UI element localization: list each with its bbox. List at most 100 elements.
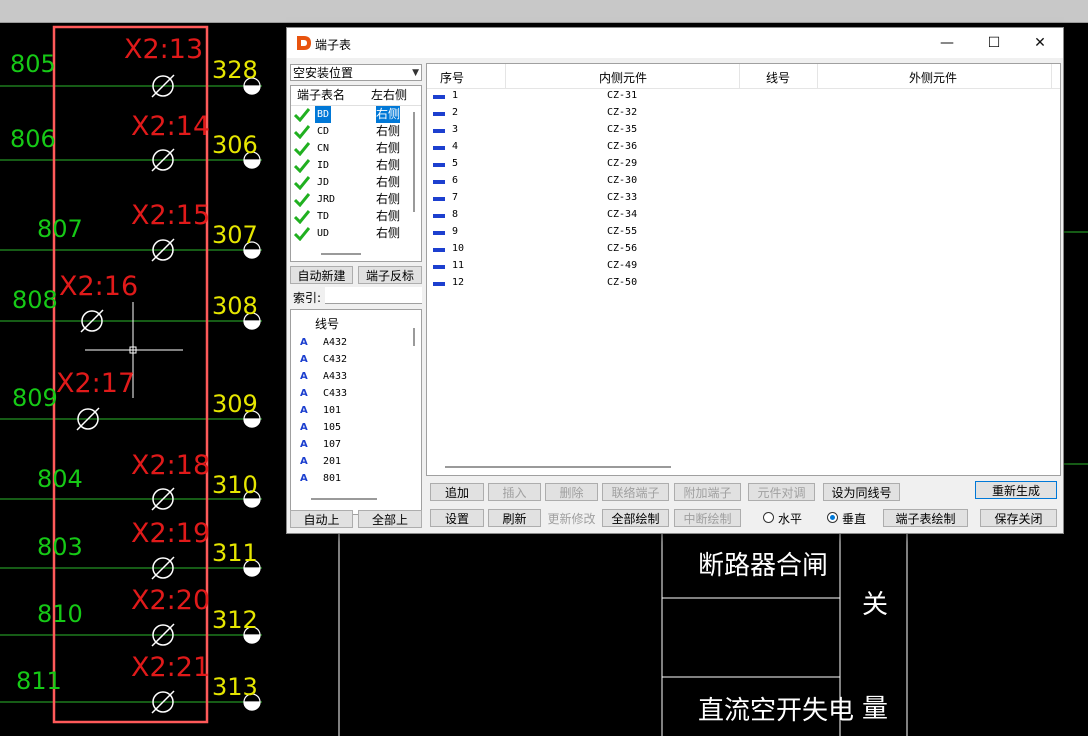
wire-list-vscroll[interactable] xyxy=(413,328,415,346)
update-button[interactable]: 更新修改 xyxy=(545,509,598,527)
terminal-label: X2:15 xyxy=(131,200,211,231)
wire-label-left: 811 xyxy=(16,667,62,695)
row-seq: 9 xyxy=(452,226,459,237)
terminal-list-vscroll[interactable] xyxy=(413,112,415,212)
table-row[interactable]: 5 CZ-29 xyxy=(427,157,1060,174)
wire-list-item[interactable]: A 201 xyxy=(291,453,421,470)
row-seq: 5 xyxy=(452,158,459,169)
table-row[interactable]: 6 CZ-30 xyxy=(427,174,1060,191)
wire-label-right: 307 xyxy=(212,221,258,249)
wire-list-hscroll[interactable] xyxy=(311,498,377,500)
dialog-title: 端子表 xyxy=(315,38,352,52)
draw-break-button[interactable]: 中断绘制 xyxy=(674,509,741,527)
terminal-side: 右侧 xyxy=(376,158,401,172)
terminal-side: 右侧 xyxy=(376,124,401,138)
table-row[interactable]: 11 CZ-49 xyxy=(427,259,1060,276)
terminal-side: 右侧 xyxy=(376,175,401,189)
row-inner: CZ-35 xyxy=(607,124,638,135)
terminal-name: BD xyxy=(315,106,332,123)
table-row[interactable]: 4 CZ-36 xyxy=(427,140,1060,157)
check-icon xyxy=(294,108,310,122)
wire-list-item[interactable]: A C433 xyxy=(291,385,421,402)
terminal-table-dialog: 端子表 — ☐ ✕ 空安装位置 ▼ 端子表名 左右侧 BD 右侧 CD 右侧 C… xyxy=(286,27,1064,534)
table-row[interactable]: 2 CZ-32 xyxy=(427,106,1060,123)
terminal-list-item[interactable]: CD 右侧 xyxy=(291,123,421,140)
terminal-list-item[interactable]: JRD 右侧 xyxy=(291,191,421,208)
save-close-button[interactable]: 保存关闭 xyxy=(980,509,1057,527)
same-wire-button[interactable]: 设为同线号 xyxy=(823,483,900,501)
terminal-list-item[interactable]: UD 右侧 xyxy=(291,225,421,242)
check-icon xyxy=(294,125,310,139)
attach-terminal-button[interactable]: 附加端子 xyxy=(674,483,741,501)
wire-list-item[interactable]: A A432 xyxy=(291,334,421,351)
check-icon xyxy=(294,159,310,173)
wire-name: 101 xyxy=(323,405,342,416)
terminal-list-item[interactable]: ID 右侧 xyxy=(291,157,421,174)
wire-list-item[interactable]: A 101 xyxy=(291,402,421,419)
table-row[interactable]: 7 CZ-33 xyxy=(427,191,1060,208)
wire-list-item[interactable]: A 105 xyxy=(291,419,421,436)
terminal-list-hscroll[interactable] xyxy=(321,253,361,255)
minimize-icon[interactable]: — xyxy=(924,28,970,58)
terminal-grid[interactable]: 序号 内侧元件 线号 外侧元件 1 CZ-31 2 CZ-32 3 CZ-35 4 CZ… xyxy=(426,63,1061,476)
terminal-name: UD xyxy=(317,228,330,239)
table-row[interactable]: 8 CZ-34 xyxy=(427,208,1060,225)
terminal-list-item[interactable]: JD 右侧 xyxy=(291,174,421,191)
title-bar[interactable]: 端子表 — ☐ ✕ xyxy=(287,28,1063,58)
table-row[interactable]: 9 CZ-55 xyxy=(427,225,1060,242)
location-combo[interactable]: 空安装位置 ▼ xyxy=(290,64,422,81)
terminal-list-item[interactable]: TD 右侧 xyxy=(291,208,421,225)
text-a-icon: A xyxy=(300,388,308,399)
table-row[interactable]: 1 CZ-31 xyxy=(427,89,1060,106)
add-button[interactable]: 追加 xyxy=(430,483,484,501)
settings-button[interactable]: 设置 xyxy=(430,509,484,527)
terminal-list[interactable]: 端子表名 左右侧 BD 右侧 CD 右侧 CN 右侧 ID 右侧 JD 右侧 J… xyxy=(290,85,422,262)
link-terminal-button[interactable]: 联络端子 xyxy=(602,483,669,501)
draw-all-button[interactable]: 全部绘制 xyxy=(602,509,669,527)
grid-hscroll[interactable] xyxy=(445,466,671,468)
wire-label-right: 310 xyxy=(212,471,258,499)
terminal-reverse-button[interactable]: 端子反标 xyxy=(358,266,422,284)
terminal-list-item[interactable]: BD 右侧 xyxy=(291,106,421,123)
terminal-list-header: 端子表名 左右侧 xyxy=(291,86,421,106)
terminal-name: ID xyxy=(317,160,330,171)
table-row[interactable]: 10 CZ-56 xyxy=(427,242,1060,259)
row-inner: CZ-34 xyxy=(607,209,638,220)
wire-name: A433 xyxy=(323,371,348,382)
wire-list[interactable]: 线号 A A432 A C432 A A433 A C433 A 101 A 105 A 10… xyxy=(290,309,422,515)
draw-table-button[interactable]: 端子表绘制 xyxy=(883,509,968,527)
terminal-name: CD xyxy=(317,126,330,137)
wire-list-item[interactable]: A 801 xyxy=(291,470,421,487)
wire-list-item[interactable]: A C432 xyxy=(291,351,421,368)
text-a-icon: A xyxy=(300,354,308,365)
table-row[interactable]: 3 CZ-35 xyxy=(427,123,1060,140)
wire-list-item[interactable]: A A433 xyxy=(291,368,421,385)
auto-new-button[interactable]: 自动新建 xyxy=(290,266,353,284)
refresh-button[interactable]: 刷新 xyxy=(488,509,541,527)
maximize-icon[interactable]: ☐ xyxy=(971,28,1017,58)
wire-list-item[interactable]: A 107 xyxy=(291,436,421,453)
all-up-button[interactable]: 全部上 xyxy=(358,510,422,528)
insert-button[interactable]: 插入 xyxy=(488,483,541,501)
row-seq: 4 xyxy=(452,141,459,152)
arrow-right-icon xyxy=(433,112,445,116)
grid-header: 序号 内侧元件 线号 外侧元件 xyxy=(427,64,1060,89)
close-icon[interactable]: ✕ xyxy=(1017,28,1063,58)
text-a-icon: A xyxy=(300,456,308,467)
cad-table-text: 断路器合闸 xyxy=(698,551,829,581)
index-input[interactable] xyxy=(325,287,422,304)
terminal-side: 右侧 xyxy=(376,106,401,123)
delete-button[interactable]: 删除 xyxy=(545,483,598,501)
terminal-list-item[interactable]: CN 右侧 xyxy=(291,140,421,157)
location-combo-value: 空安装位置 xyxy=(293,66,354,80)
auto-up-button[interactable]: 自动上 xyxy=(290,510,353,528)
swap-component-button[interactable]: 元件对调 xyxy=(748,483,815,501)
wire-name: 105 xyxy=(323,422,342,433)
header-name: 端子表名 xyxy=(297,88,346,102)
table-row[interactable]: 12 CZ-50 xyxy=(427,276,1060,293)
regenerate-button[interactable]: 重新生成 xyxy=(975,481,1057,499)
row-inner: CZ-49 xyxy=(607,260,638,271)
terminal-name: CN xyxy=(317,143,330,154)
terminal-side: 右侧 xyxy=(376,141,401,155)
row-inner: CZ-29 xyxy=(607,158,638,169)
